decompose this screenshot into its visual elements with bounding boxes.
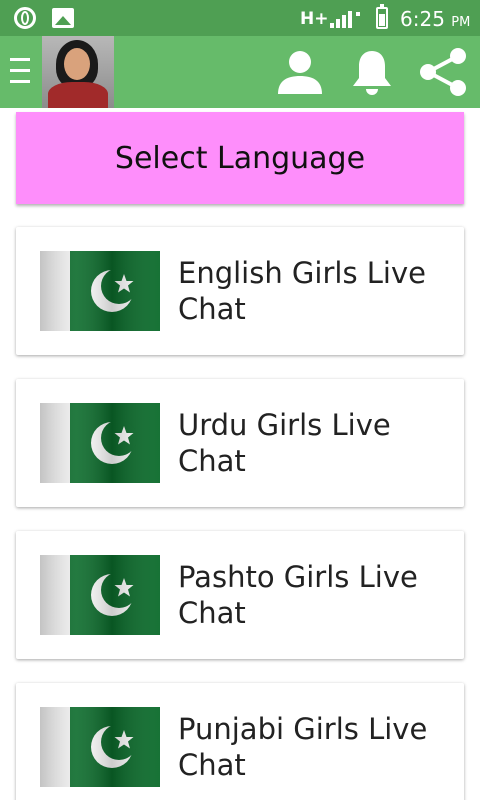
share-icon[interactable] xyxy=(418,46,470,98)
language-card-label: English Girls Live Chat xyxy=(178,256,426,326)
app-bar xyxy=(0,36,480,108)
status-bar: H+ 6:25 PM xyxy=(0,0,480,36)
pakistan-flag-icon xyxy=(40,555,160,635)
avatar[interactable] xyxy=(42,36,114,108)
select-language-button[interactable]: Select Language xyxy=(16,112,464,204)
pakistan-flag-icon xyxy=(40,251,160,331)
language-card[interactable]: Punjabi Girls Live Chat xyxy=(16,683,464,800)
network-type: H+ xyxy=(300,9,329,29)
battery-icon xyxy=(376,4,388,29)
signal-icon xyxy=(330,10,364,28)
language-card-label: Pashto Girls Live Chat xyxy=(178,560,418,630)
gallery-icon xyxy=(52,8,74,28)
opera-icon xyxy=(14,7,36,29)
menu-icon[interactable] xyxy=(10,56,30,86)
clock-time: 6:25 xyxy=(400,7,445,31)
pakistan-flag-icon xyxy=(40,403,160,483)
clock: 6:25 PM xyxy=(400,7,470,31)
language-card-label: Punjabi Girls Live Chat xyxy=(178,712,428,782)
pakistan-flag-icon xyxy=(40,707,160,787)
language-card[interactable]: Urdu Girls Live Chat xyxy=(16,379,464,507)
language-card-label: Urdu Girls Live Chat xyxy=(178,408,391,478)
language-card[interactable]: Pashto Girls Live Chat xyxy=(16,531,464,659)
profile-icon[interactable] xyxy=(274,46,326,98)
clock-ampm: PM xyxy=(451,15,471,30)
bell-icon[interactable] xyxy=(346,46,398,98)
language-card[interactable]: English Girls Live Chat xyxy=(16,227,464,355)
